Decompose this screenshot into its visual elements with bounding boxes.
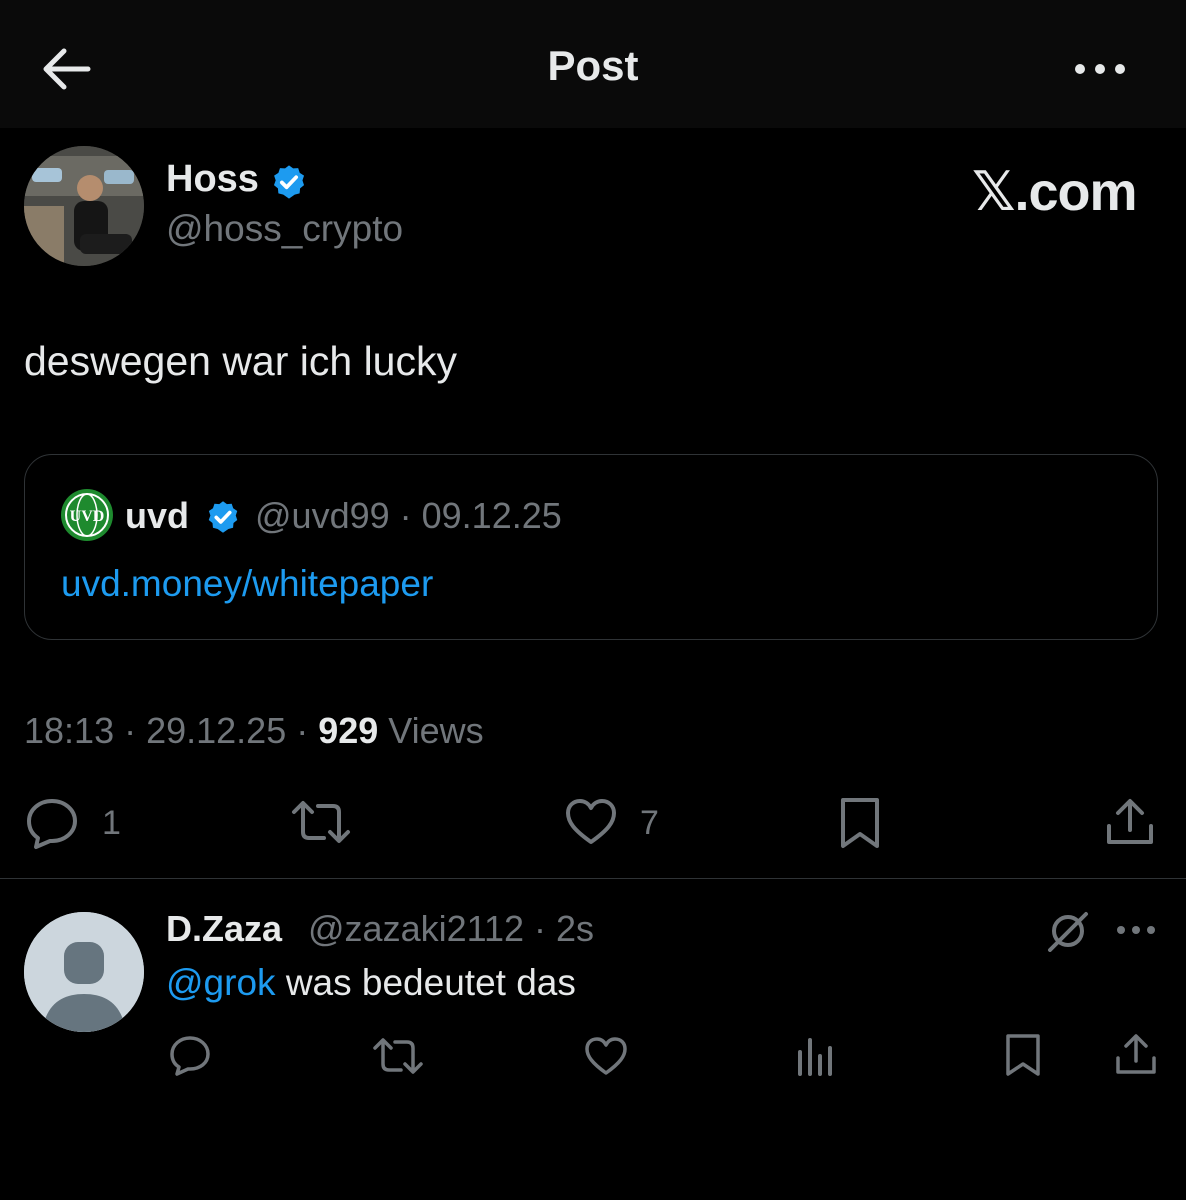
reply-text: @grok was bedeutet das: [166, 962, 576, 1004]
bookmark-icon: [841, 798, 879, 848]
grok-button[interactable]: [1046, 910, 1092, 952]
heart-icon: [566, 799, 616, 844]
reply-repost-button[interactable]: [372, 1036, 424, 1076]
more-options-button[interactable]: [1068, 54, 1132, 84]
like-button[interactable]: [564, 798, 618, 846]
reply-more-button[interactable]: [1114, 918, 1160, 942]
svg-text:UVD: UVD: [70, 508, 105, 525]
reply-count: 1: [102, 804, 121, 842]
mention-link[interactable]: @grok: [166, 962, 276, 1003]
repost-icon: [373, 1038, 423, 1074]
post-text: deswegen war ich lucky: [24, 338, 457, 384]
avatar-photo: [24, 146, 144, 266]
like-count: 7: [640, 804, 659, 842]
reply-author-avatar[interactable]: [24, 912, 144, 1032]
author-handle[interactable]: @hoss_crypto: [166, 208, 403, 250]
page-title: Post: [547, 42, 639, 89]
quoted-post-card[interactable]: UVD uvd @uvd99 · 09.12.25 uvd.money/whit…: [24, 454, 1158, 640]
verified-badge-icon: [273, 165, 305, 199]
repost-icon: [292, 801, 350, 843]
quoted-author-meta: @uvd99 · 09.12.25: [255, 495, 562, 536]
grok-icon: [1048, 912, 1088, 952]
reply-like-button[interactable]: [584, 1036, 628, 1076]
author-avatar[interactable]: [24, 146, 144, 266]
reply-button[interactable]: [24, 796, 80, 850]
share-icon: [1107, 799, 1153, 844]
reply-icon: [170, 1036, 210, 1076]
divider: [0, 878, 1186, 879]
reply-views-button[interactable]: [796, 1036, 836, 1076]
bookmark-button[interactable]: [838, 796, 882, 850]
top-bar: Post: [0, 0, 1186, 128]
quoted-author-name: uvd: [125, 495, 190, 536]
views-count: 929: [318, 710, 379, 751]
analytics-icon: [798, 1038, 832, 1076]
verified-badge-icon: [208, 501, 238, 533]
reply-body: was bedeutet das: [275, 962, 576, 1003]
reply-icon: [27, 799, 77, 849]
x-com-watermark: 𝕏.com: [972, 162, 1138, 222]
views-label: Views: [378, 710, 484, 751]
reply-share-button[interactable]: [1114, 1032, 1158, 1076]
heart-icon: [585, 1037, 627, 1075]
bookmark-icon: [1006, 1034, 1040, 1076]
reply-author-name[interactable]: D.Zaza: [166, 908, 282, 950]
default-avatar-icon: [24, 912, 144, 1032]
reply-reply-button[interactable]: [168, 1034, 212, 1076]
quoted-post-link[interactable]: uvd.money/whitepaper: [61, 563, 433, 605]
post-time: 18:13 · 29.12.25 ·: [24, 710, 319, 751]
repost-button[interactable]: [290, 798, 352, 846]
reply-author-meta: @zazaki2112 · 2s: [308, 908, 595, 949]
more-horizontal-icon: [1075, 64, 1125, 74]
share-button[interactable]: [1104, 796, 1156, 848]
uvd-logo-icon: UVD: [61, 489, 113, 541]
more-horizontal-icon: [1117, 926, 1155, 934]
author-name[interactable]: Hoss: [166, 158, 259, 201]
share-icon: [1116, 1034, 1156, 1074]
post-timestamp: 18:13 · 29.12.25 · 929 Views: [24, 710, 484, 752]
reply-bookmark-button[interactable]: [1004, 1032, 1042, 1078]
